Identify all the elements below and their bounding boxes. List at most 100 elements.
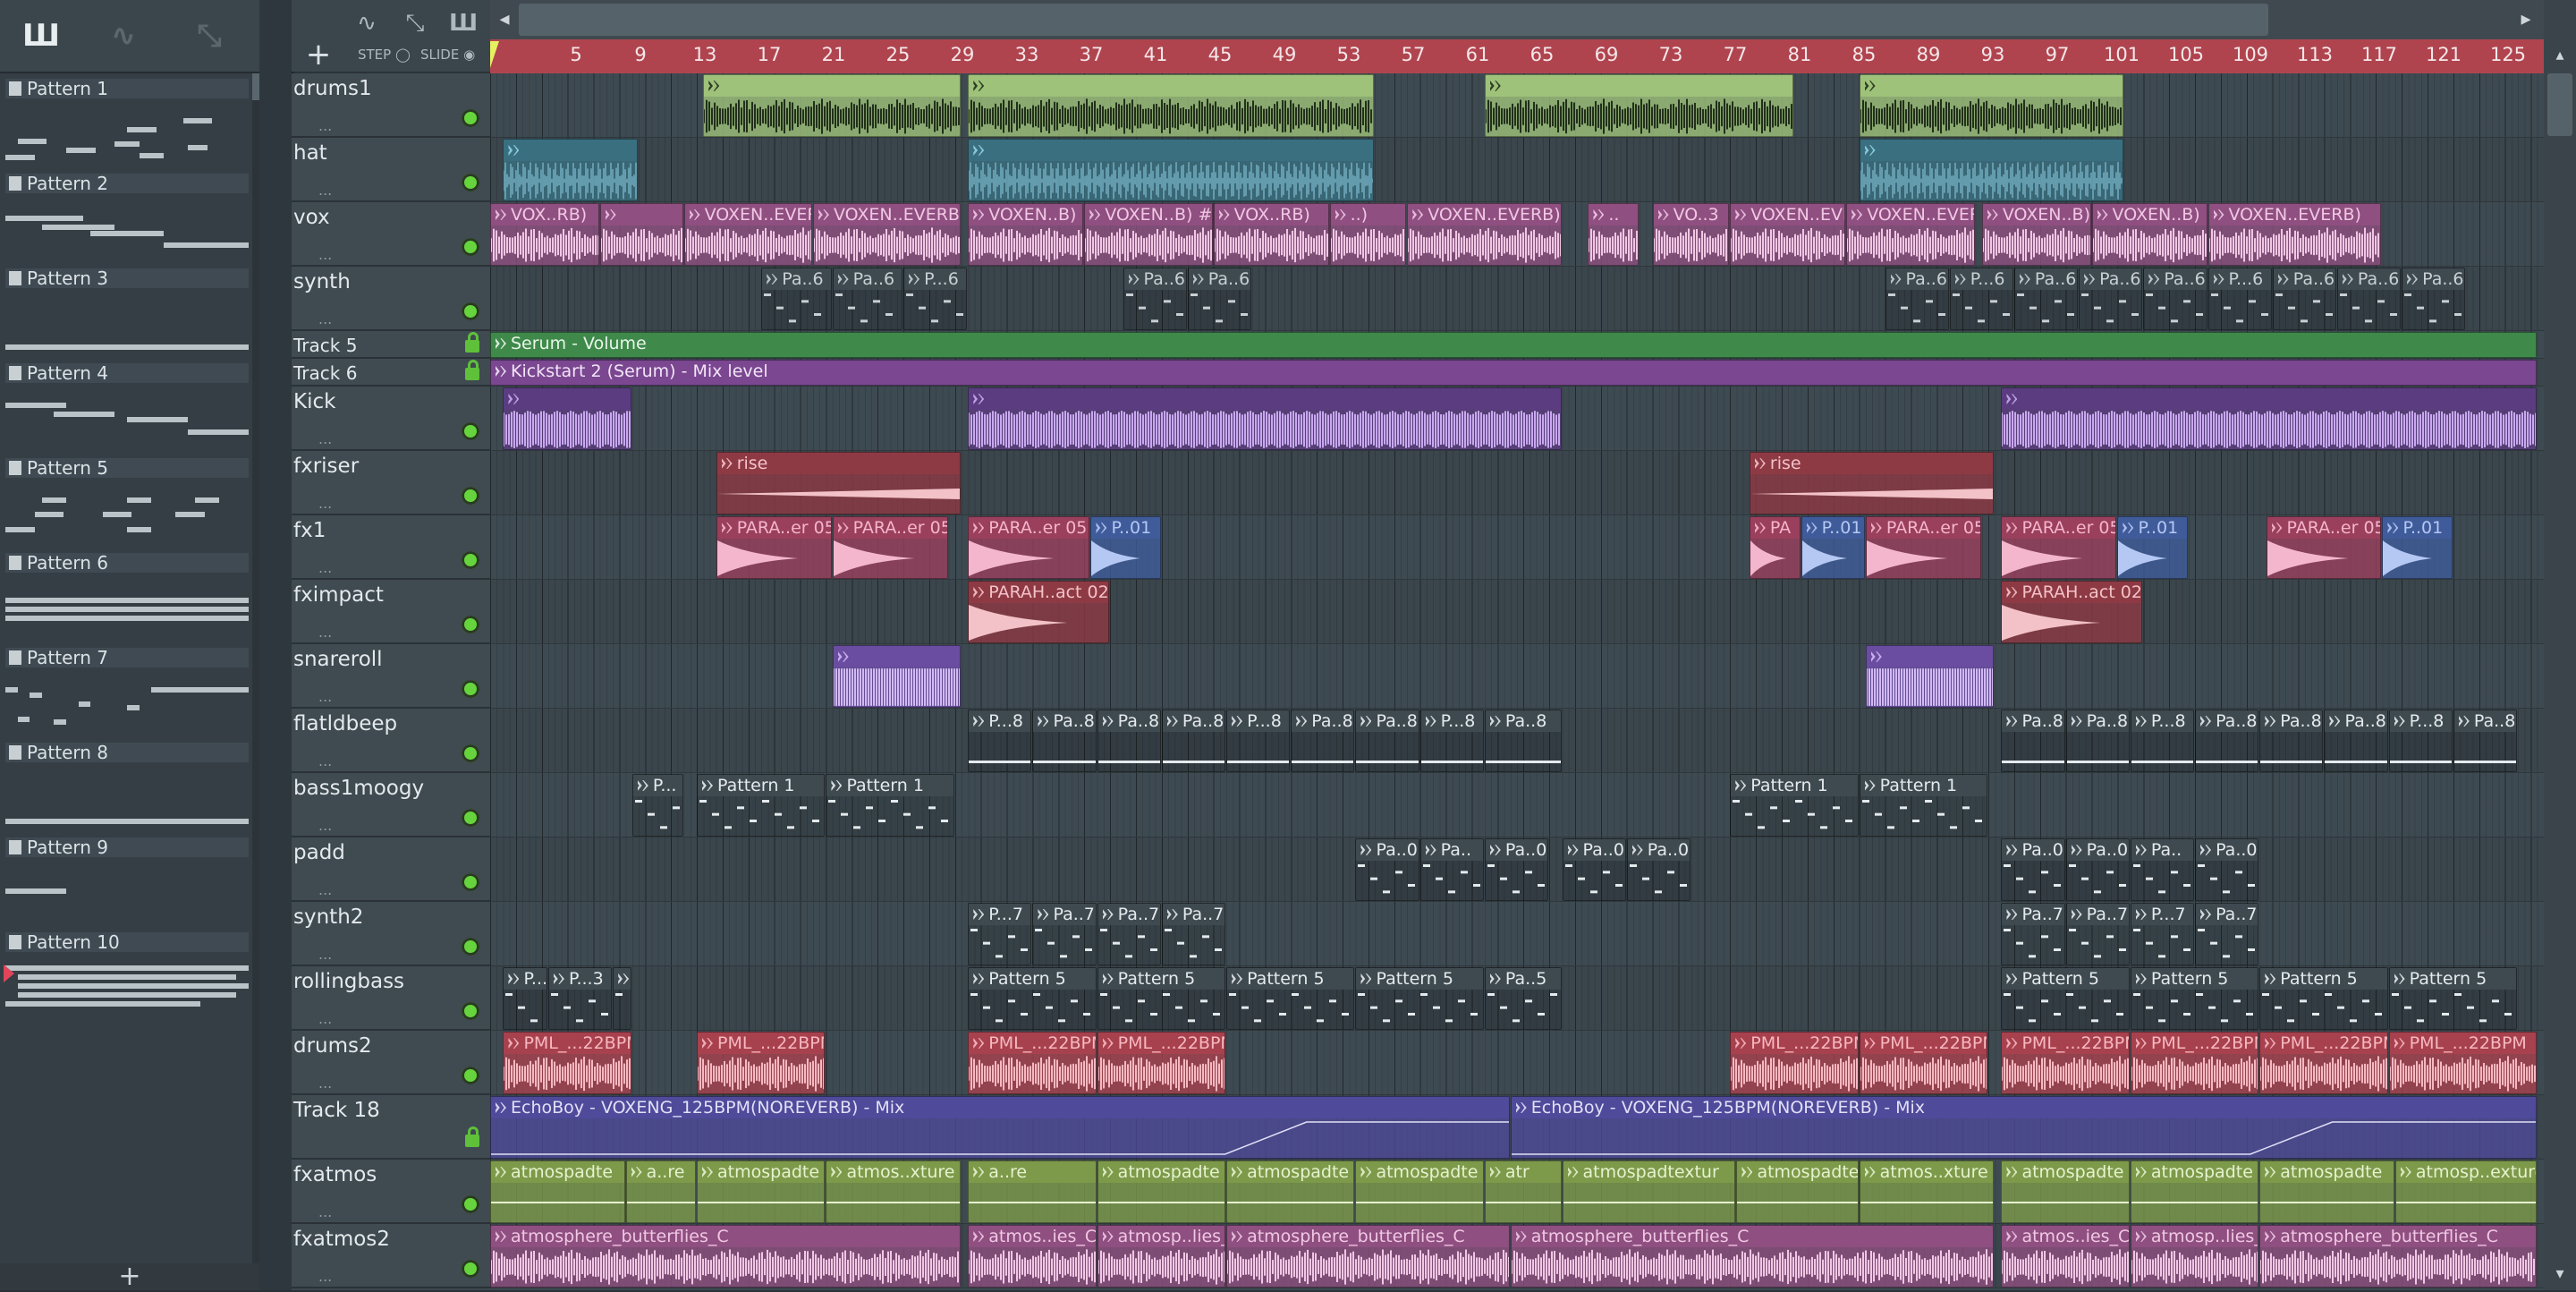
track-mute-button[interactable] bbox=[462, 1260, 479, 1278]
playlist-clip[interactable]: VOXEN..B) # bbox=[968, 203, 1084, 266]
scroll-right-icon[interactable]: ▸ bbox=[2508, 0, 2544, 39]
playlist-clip[interactable]: PARA..er 05 bbox=[968, 516, 1090, 579]
playlist-clip[interactable]: VO..3 bbox=[1652, 203, 1730, 266]
playlist-clip[interactable] bbox=[503, 387, 631, 450]
playlist-clip[interactable]: Pattern 5 bbox=[1226, 967, 1355, 1030]
playlist-clip[interactable] bbox=[1859, 139, 2123, 201]
playlist-clip[interactable] bbox=[2001, 387, 2537, 450]
playlist-clip[interactable]: PML_...22BPM bbox=[968, 1032, 1097, 1094]
playlist-clip[interactable]: Pattern 5 bbox=[2001, 967, 2130, 1030]
playlist-clip[interactable]: P...6 bbox=[903, 268, 968, 330]
playlist-clip[interactable]: Pa.. bbox=[1419, 838, 1484, 901]
playlist-clip[interactable]: Pa..8 bbox=[2259, 710, 2324, 772]
playlist-clip[interactable]: Pa..8 bbox=[1484, 710, 1562, 772]
playlist-clip[interactable]: EchoBoy - VOXENG_125BPM(NOREVERB) - Mix bbox=[490, 1096, 1510, 1159]
track-mute-button[interactable] bbox=[462, 680, 479, 698]
playlist-clip[interactable]: Pa..0 bbox=[2001, 838, 2065, 901]
playlist-clip[interactable]: P...7 bbox=[968, 903, 1032, 965]
track-mute-button[interactable] bbox=[462, 174, 479, 191]
track-options-dots[interactable]: ... bbox=[318, 881, 332, 898]
track-options-dots[interactable]: ... bbox=[318, 624, 332, 641]
lock-icon[interactable] bbox=[465, 360, 479, 380]
playlist-clip[interactable]: Serum - Volume bbox=[490, 332, 2537, 358]
track-mute-button[interactable] bbox=[462, 809, 479, 827]
playlist-clip[interactable]: PARA..er 05 bbox=[2266, 516, 2382, 579]
track-header[interactable]: flatldbeep... bbox=[292, 709, 490, 773]
track-lane[interactable] bbox=[490, 580, 2544, 644]
playlist-clip[interactable]: atmospadte bbox=[490, 1160, 625, 1223]
playlist-clip[interactable]: VOXEN..EVER bbox=[1730, 203, 1846, 266]
playlist-clip[interactable]: atmospadte bbox=[1355, 1160, 1484, 1223]
playlist-clip[interactable]: atmos..xture bbox=[1859, 1160, 1995, 1223]
playlist-clip[interactable]: Pa..8 bbox=[1032, 710, 1097, 772]
track-options-dots[interactable]: ... bbox=[318, 182, 332, 199]
playlist-clip[interactable]: atmos..ies_C bbox=[968, 1225, 1097, 1288]
playlist-clip[interactable]: atmosphere_butterflies_C bbox=[490, 1225, 962, 1288]
playlist-clip[interactable] bbox=[832, 645, 962, 708]
playlist-clip[interactable]: P..01 bbox=[2382, 516, 2453, 579]
playlist-clip[interactable]: Pa..0 bbox=[1484, 838, 1549, 901]
track-options-dots[interactable]: ... bbox=[318, 946, 332, 963]
playlist-clip[interactable]: Pa..6 bbox=[2143, 268, 2207, 330]
playlist-clip[interactable]: atmos..xture bbox=[826, 1160, 962, 1223]
playlist-clip[interactable]: EchoBoy - VOXENG_125BPM(NOREVERB) - Mix bbox=[1510, 1096, 2537, 1159]
track-mute-button[interactable] bbox=[462, 873, 479, 891]
audio-clip-tool-icon[interactable]: ∿ bbox=[351, 7, 383, 39]
playlist-grid[interactable]: VOX..RB)VOXEN..EVERBVOXEN..EVERB)VOXEN..… bbox=[490, 73, 2544, 1290]
playlist-clip[interactable]: P... bbox=[503, 967, 547, 1030]
playlist-clip[interactable]: P... bbox=[631, 774, 683, 837]
playlist-clip[interactable]: VOXEN..EVERB) bbox=[813, 203, 962, 266]
playlist-clip[interactable]: Pa..0 bbox=[1355, 838, 1419, 901]
playlist-clip[interactable]: rise bbox=[716, 452, 962, 514]
playlist-clip[interactable]: atmosp..exture bbox=[2394, 1160, 2537, 1223]
playlist-clip[interactable] bbox=[968, 74, 1375, 137]
picker-scrollbar[interactable] bbox=[252, 73, 259, 1263]
playlist-clip[interactable] bbox=[1865, 645, 1995, 708]
playlist-clip[interactable]: P...8 bbox=[2388, 710, 2453, 772]
playlist-clip[interactable]: Pa..7 bbox=[2001, 903, 2065, 965]
playlist-clip[interactable]: Pa..5 bbox=[1484, 967, 1562, 1030]
track-header[interactable]: synth2... bbox=[292, 902, 490, 966]
playlist-clip[interactable]: Pa..0 bbox=[2195, 838, 2259, 901]
pattern-item[interactable]: Pattern 4 bbox=[5, 358, 249, 451]
track-header[interactable]: fxatmos... bbox=[292, 1160, 490, 1224]
playlist-clip[interactable]: PML_...22BPM bbox=[2388, 1032, 2537, 1094]
track-mute-button[interactable] bbox=[462, 744, 479, 762]
playlist-clip[interactable]: PARA..er 05 bbox=[1865, 516, 1981, 579]
playlist-clip[interactable]: Pa..6 bbox=[1187, 268, 1251, 330]
playlist-clip[interactable]: Pa..6 bbox=[2272, 268, 2336, 330]
playlist-clip[interactable]: PML_...22BPM bbox=[1859, 1032, 1988, 1094]
panel-divider[interactable] bbox=[259, 0, 293, 1290]
track-options-dots[interactable]: ... bbox=[318, 117, 332, 134]
playlist-clip[interactable]: Pa..7 bbox=[1032, 903, 1097, 965]
playlist-clip[interactable]: VOXEN..EVERB) bbox=[1407, 203, 1562, 266]
playlist-clip[interactable]: Pa..7 bbox=[2195, 903, 2259, 965]
pattern-item[interactable]: Pattern 8 bbox=[5, 737, 249, 830]
track-header[interactable]: fx1... bbox=[292, 515, 490, 580]
track-header[interactable]: fxriser... bbox=[292, 451, 490, 515]
pattern-item[interactable]: Pattern 3 bbox=[5, 263, 249, 356]
pattern-item[interactable]: Pattern 7 bbox=[5, 642, 249, 735]
track-mute-button[interactable] bbox=[462, 1195, 479, 1213]
playlist-clip[interactable]: Pattern 1 bbox=[826, 774, 954, 837]
playlist-clip[interactable]: a..re bbox=[625, 1160, 697, 1223]
audio-view-icon[interactable]: ∿ bbox=[98, 16, 148, 55]
playlist-clip[interactable]: P...6 bbox=[2207, 268, 2272, 330]
playlist-clip[interactable]: PML_...22BPM bbox=[2259, 1032, 2388, 1094]
playlist-clip[interactable]: Pa..8 bbox=[1161, 710, 1226, 772]
playlist-clip[interactable]: PML_...22BPM bbox=[2001, 1032, 2130, 1094]
track-header[interactable]: drums1... bbox=[292, 73, 490, 138]
playlist-clip[interactable]: atmosphere_butterflies_C bbox=[1226, 1225, 1510, 1288]
track-header[interactable]: drums2... bbox=[292, 1031, 490, 1095]
playlist-clip[interactable] bbox=[503, 139, 639, 201]
playlist-clip[interactable]: Pa..0 bbox=[2065, 838, 2130, 901]
playlist-clip[interactable]: P..01 bbox=[2117, 516, 2188, 579]
picker-scroll-thumb[interactable] bbox=[252, 73, 259, 100]
slide-toggle[interactable]: SLIDE ◉ bbox=[420, 47, 475, 63]
pattern-tool-icon[interactable]: Ш bbox=[447, 7, 479, 39]
playlist-clip[interactable]: Pattern 5 bbox=[2259, 967, 2388, 1030]
track-header[interactable]: fxatmos2... bbox=[292, 1224, 490, 1288]
playlist-clip[interactable]: Pa..8 bbox=[1291, 710, 1355, 772]
playlist-clip[interactable]: Pa..6 bbox=[2079, 268, 2143, 330]
playlist-clip[interactable] bbox=[968, 387, 1562, 450]
